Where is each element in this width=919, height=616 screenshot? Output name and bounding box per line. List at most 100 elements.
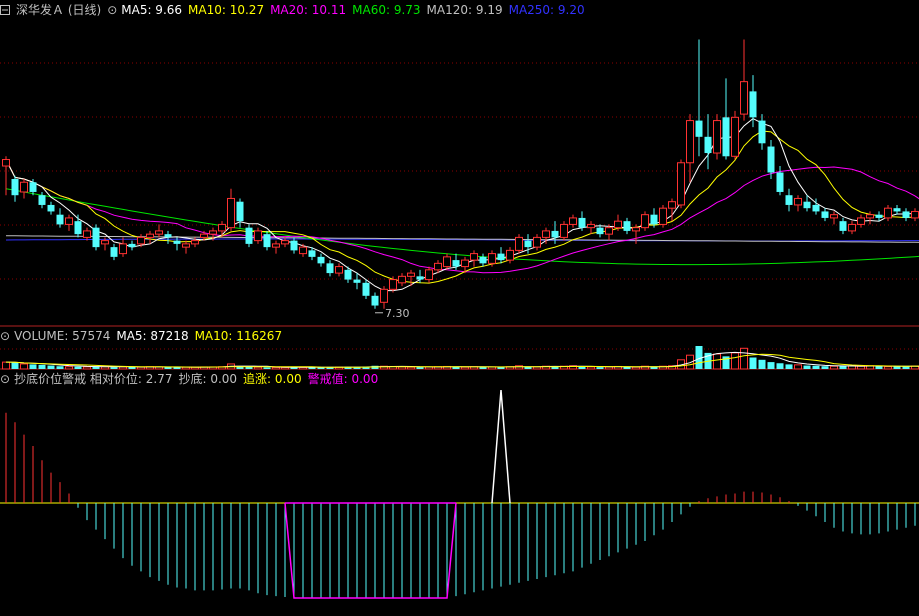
candle-body [362, 282, 370, 296]
volume-bar [758, 359, 766, 369]
candle-body [416, 276, 424, 280]
candle-body [101, 240, 109, 245]
candle-body [353, 279, 361, 283]
candle-body [173, 240, 181, 244]
candle-body [110, 247, 118, 257]
volume-bar [11, 362, 19, 369]
candle-body [596, 227, 604, 235]
volume-bar [173, 367, 181, 369]
candle-body [911, 210, 919, 219]
candle-body [236, 201, 244, 222]
legend-label: MA120: 9.19 [426, 3, 503, 17]
legend-label: 抄底价位警戒 相对价位: 2.77 [14, 372, 173, 386]
price-panel-header: 深华发Ａ (日线) ⊙ MA5: 9.66 MA10: 10.27 MA20: 10.1… [0, 2, 597, 18]
volume-bar [38, 364, 46, 369]
stock-chart[interactable]: 7.30 [0, 0, 919, 616]
candle-body [794, 197, 802, 206]
candle-body [281, 240, 289, 245]
candle-body [632, 227, 640, 232]
volume-bar [605, 366, 613, 370]
candle-body [857, 217, 865, 225]
candle-body [398, 275, 406, 284]
legend-label: MA5: 87218 [116, 329, 189, 343]
candle-body [461, 259, 469, 268]
candle-body [866, 214, 874, 219]
volume-bar [83, 366, 91, 370]
volume-bar [632, 366, 640, 370]
candle-body [56, 214, 64, 225]
volume-bar [254, 366, 262, 370]
candle-body [38, 195, 46, 205]
warning-zone [284, 502, 457, 599]
candle-body [29, 182, 37, 192]
volume-bar [74, 366, 82, 369]
chevron-down-icon[interactable]: ⊙ [0, 329, 10, 343]
candle-body [182, 243, 190, 248]
candle-body [155, 230, 163, 235]
candle-body [785, 195, 793, 205]
volume-bar [740, 347, 748, 370]
volume-bar [857, 365, 865, 370]
candle-body [839, 221, 847, 231]
stock-title: 深华发Ａ (日线) [16, 3, 102, 17]
candle-body [74, 221, 82, 235]
candle-body [641, 214, 649, 229]
candle-body [776, 172, 784, 192]
candle-body [254, 230, 262, 242]
candle-body [848, 223, 856, 232]
candle-body [524, 240, 532, 248]
candle-body [11, 178, 19, 196]
volume-bar [461, 366, 469, 370]
volume-bar [785, 364, 793, 369]
chevron-down-icon[interactable]: ⊙ [107, 3, 117, 17]
legend-label: 抄底: 0.00 [178, 372, 238, 386]
candle-body [263, 234, 271, 248]
volume-bar [803, 365, 811, 369]
candle-body [515, 236, 523, 251]
legend-label: MA20: 10.11 [270, 3, 347, 17]
candle-body [200, 233, 208, 238]
candle-body [65, 217, 73, 225]
candle-body [578, 217, 586, 228]
candle-body [668, 201, 676, 209]
candle-body [83, 230, 91, 238]
candle-body [47, 204, 55, 212]
volume-bar [263, 367, 271, 369]
legend-label: VOLUME: 57574 [14, 329, 111, 343]
candle-body [470, 253, 478, 261]
candle-body [137, 236, 145, 245]
volume-bar [893, 366, 901, 369]
volume-bar [884, 366, 892, 370]
candle-body [497, 253, 505, 261]
candle-body [407, 272, 415, 277]
volume-bar [587, 366, 595, 370]
volume-bar [29, 364, 37, 369]
candle-body [245, 227, 253, 244]
candle-body [533, 236, 541, 248]
candle-body [371, 295, 379, 306]
candle-body [605, 227, 613, 235]
candle-body [2, 159, 10, 167]
candle-body [479, 256, 487, 264]
candle-body [488, 253, 496, 264]
candle-body [623, 221, 631, 231]
legend-label: MA250: 9.20 [508, 3, 585, 17]
chevron-down-icon[interactable]: ⊙ [0, 372, 10, 386]
candle-body [542, 230, 550, 238]
signal-spike [491, 389, 511, 504]
volume-bar [110, 367, 118, 369]
volume-bar [749, 357, 757, 369]
indicator-panel-header: ⊙ 抄底价位警戒 相对价位: 2.77 抄底: 0.00 追涨: 0.00 警戒值: 0… [0, 371, 390, 387]
legend-label: 追涨: 0.00 [243, 372, 302, 386]
candle-body [695, 120, 703, 137]
candle-body [659, 207, 667, 225]
volume-bar [65, 366, 73, 370]
square-icon [0, 5, 10, 15]
candle-body [884, 207, 892, 219]
candle-body [128, 243, 136, 248]
candle-body [614, 220, 622, 229]
candle-body [425, 269, 433, 281]
candle-body [335, 266, 343, 274]
legend-label: MA60: 9.73 [352, 3, 421, 17]
candle-body [803, 201, 811, 209]
